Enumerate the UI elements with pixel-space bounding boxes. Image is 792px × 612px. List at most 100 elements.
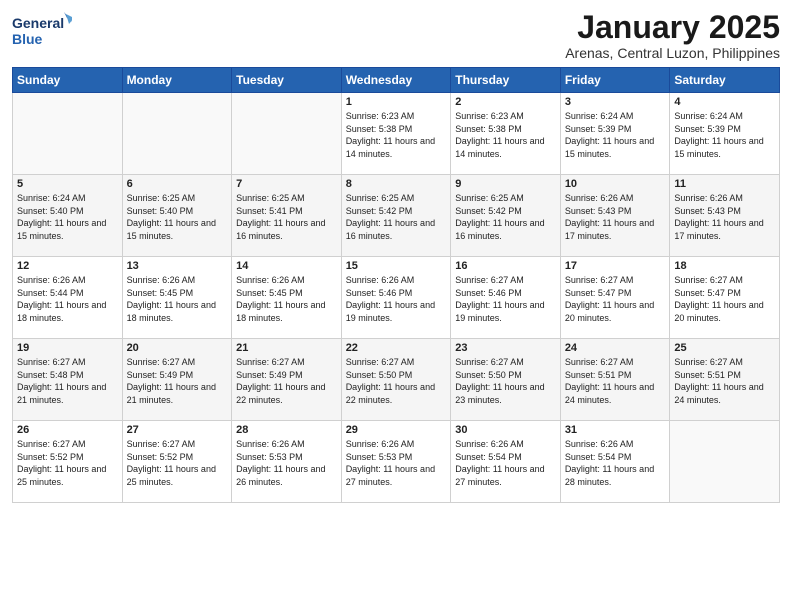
table-row: 27 Sunrise: 6:27 AMSunset: 5:52 PMDayligh…: [122, 421, 232, 503]
table-row: 6 Sunrise: 6:25 AMSunset: 5:40 PMDaylight…: [122, 175, 232, 257]
header-monday: Monday: [122, 68, 232, 93]
day-number: 11: [674, 178, 775, 190]
calendar-week-0: 1 Sunrise: 6:23 AMSunset: 5:38 PMDaylight…: [13, 93, 780, 175]
day-number: 25: [674, 342, 775, 354]
table-row: 4Sunrise: 6:24 AMSunset: 5:39 PMDaylight…: [670, 93, 780, 175]
day-number: 15: [346, 260, 447, 272]
day-number: 29: [346, 424, 447, 436]
day-number: 5: [17, 178, 118, 190]
day-info: Sunrise: 6:25 AMSunset: 5:42 PMDaylight:…: [455, 192, 556, 242]
day-number: 8: [346, 178, 447, 190]
day-info: Sunrise: 6:27 AMSunset: 5:51 PMDaylight:…: [565, 356, 666, 406]
day-info: Sunrise: 6:26 AMSunset: 5:43 PMDaylight:…: [674, 192, 775, 242]
day-number: 26: [17, 424, 118, 436]
day-number: 19: [17, 342, 118, 354]
day-number: 10: [565, 178, 666, 190]
table-row: 8 Sunrise: 6:25 AMSunset: 5:42 PMDaylight…: [341, 175, 451, 257]
day-number: 24: [565, 342, 666, 354]
day-number: 27: [127, 424, 228, 436]
day-number: 4: [674, 96, 775, 108]
day-info: Sunrise: 6:27 AMSunset: 5:49 PMDaylight:…: [236, 356, 337, 406]
day-number: 20: [127, 342, 228, 354]
day-number: 9: [455, 178, 556, 190]
day-info: Sunrise: 6:26 AMSunset: 5:53 PMDaylight:…: [346, 438, 447, 488]
day-number: 14: [236, 260, 337, 272]
day-info: Sunrise: 6:26 AMSunset: 5:53 PMDaylight:…: [236, 438, 337, 488]
day-info: Sunrise: 6:23 AMSunset: 5:38 PMDaylight:…: [455, 110, 556, 160]
day-info: Sunrise: 6:27 AMSunset: 5:50 PMDaylight:…: [346, 356, 447, 406]
calendar-table: Sunday Monday Tuesday Wednesday Thursday…: [12, 67, 780, 503]
table-row: 18 Sunrise: 6:27 AMSunset: 5:47 PMDayligh…: [670, 257, 780, 339]
day-info: Sunrise: 6:26 AMSunset: 5:45 PMDaylight:…: [236, 274, 337, 324]
day-info: Sunrise: 6:27 AMSunset: 5:47 PMDaylight:…: [674, 274, 775, 324]
table-row: 14 Sunrise: 6:26 AMSunset: 5:45 PMDayligh…: [232, 257, 342, 339]
day-info: Sunrise: 6:27 AMSunset: 5:51 PMDaylight:…: [674, 356, 775, 406]
table-row: [670, 421, 780, 503]
table-row: 5 Sunrise: 6:24 AMSunset: 5:40 PMDaylight…: [13, 175, 123, 257]
table-row: 31 Sunrise: 6:26 AMSunset: 5:54 PMDayligh…: [560, 421, 670, 503]
day-number: 31: [565, 424, 666, 436]
day-info: Sunrise: 6:24 AMSunset: 5:40 PMDaylight:…: [17, 192, 118, 242]
table-row: 2Sunrise: 6:23 AMSunset: 5:38 PMDaylight…: [451, 93, 561, 175]
table-row: 1 Sunrise: 6:23 AMSunset: 5:38 PMDaylight…: [341, 93, 451, 175]
table-row: 3Sunrise: 6:24 AMSunset: 5:39 PMDaylight…: [560, 93, 670, 175]
day-info: Sunrise: 6:26 AMSunset: 5:54 PMDaylight:…: [455, 438, 556, 488]
month-title: January 2025: [565, 10, 780, 45]
day-number: 18: [674, 260, 775, 272]
day-number: 16: [455, 260, 556, 272]
day-info: Sunrise: 6:26 AMSunset: 5:54 PMDaylight:…: [565, 438, 666, 488]
header-tuesday: Tuesday: [232, 68, 342, 93]
table-row: 13 Sunrise: 6:26 AMSunset: 5:45 PMDayligh…: [122, 257, 232, 339]
day-info: Sunrise: 6:26 AMSunset: 5:45 PMDaylight:…: [127, 274, 228, 324]
page: General Blue January 2025 Arenas, Centra…: [0, 0, 792, 612]
table-row: 23 Sunrise: 6:27 AMSunset: 5:50 PMDayligh…: [451, 339, 561, 421]
calendar-week-1: 5 Sunrise: 6:24 AMSunset: 5:40 PMDaylight…: [13, 175, 780, 257]
table-row: 26 Sunrise: 6:27 AMSunset: 5:52 PMDayligh…: [13, 421, 123, 503]
day-info: Sunrise: 6:27 AMSunset: 5:46 PMDaylight:…: [455, 274, 556, 324]
table-row: 15Sunrise: 6:26 AMSunset: 5:46 PMDayligh…: [341, 257, 451, 339]
svg-text:General: General: [12, 15, 64, 31]
table-row: 9 Sunrise: 6:25 AMSunset: 5:42 PMDaylight…: [451, 175, 561, 257]
calendar-week-3: 19 Sunrise: 6:27 AMSunset: 5:48 PMDayligh…: [13, 339, 780, 421]
table-row: 20 Sunrise: 6:27 AMSunset: 5:49 PMDayligh…: [122, 339, 232, 421]
day-info: Sunrise: 6:23 AMSunset: 5:38 PMDaylight:…: [346, 110, 447, 160]
header-thursday: Thursday: [451, 68, 561, 93]
day-info: Sunrise: 6:26 AMSunset: 5:43 PMDaylight:…: [565, 192, 666, 242]
table-row: 11 Sunrise: 6:26 AMSunset: 5:43 PMDayligh…: [670, 175, 780, 257]
day-number: 21: [236, 342, 337, 354]
day-info: Sunrise: 6:27 AMSunset: 5:48 PMDaylight:…: [17, 356, 118, 406]
day-info: Sunrise: 6:27 AMSunset: 5:50 PMDaylight:…: [455, 356, 556, 406]
logo-svg: General Blue: [12, 10, 72, 52]
table-row: 19 Sunrise: 6:27 AMSunset: 5:48 PMDayligh…: [13, 339, 123, 421]
day-info: Sunrise: 6:25 AMSunset: 5:41 PMDaylight:…: [236, 192, 337, 242]
day-info: Sunrise: 6:27 AMSunset: 5:47 PMDaylight:…: [565, 274, 666, 324]
header-wednesday: Wednesday: [341, 68, 451, 93]
calendar-week-4: 26 Sunrise: 6:27 AMSunset: 5:52 PMDayligh…: [13, 421, 780, 503]
table-row: 29 Sunrise: 6:26 AMSunset: 5:53 PMDayligh…: [341, 421, 451, 503]
header-sunday: Sunday: [13, 68, 123, 93]
day-info: Sunrise: 6:26 AMSunset: 5:44 PMDaylight:…: [17, 274, 118, 324]
title-block: January 2025 Arenas, Central Luzon, Phil…: [565, 10, 780, 61]
day-number: 1: [346, 96, 447, 108]
table-row: 7 Sunrise: 6:25 AMSunset: 5:41 PMDaylight…: [232, 175, 342, 257]
table-row: 12 Sunrise: 6:26 AMSunset: 5:44 PMDayligh…: [13, 257, 123, 339]
calendar-header-row: Sunday Monday Tuesday Wednesday Thursday…: [13, 68, 780, 93]
day-number: 6: [127, 178, 228, 190]
table-row: [122, 93, 232, 175]
subtitle: Arenas, Central Luzon, Philippines: [565, 45, 780, 61]
day-number: 7: [236, 178, 337, 190]
day-info: Sunrise: 6:25 AMSunset: 5:40 PMDaylight:…: [127, 192, 228, 242]
header: General Blue January 2025 Arenas, Centra…: [12, 10, 780, 61]
day-info: Sunrise: 6:27 AMSunset: 5:52 PMDaylight:…: [17, 438, 118, 488]
day-info: Sunrise: 6:27 AMSunset: 5:52 PMDaylight:…: [127, 438, 228, 488]
day-number: 28: [236, 424, 337, 436]
table-row: 30Sunrise: 6:26 AMSunset: 5:54 PMDayligh…: [451, 421, 561, 503]
table-row: 25 Sunrise: 6:27 AMSunset: 5:51 PMDayligh…: [670, 339, 780, 421]
day-info: Sunrise: 6:27 AMSunset: 5:49 PMDaylight:…: [127, 356, 228, 406]
table-row: 24 Sunrise: 6:27 AMSunset: 5:51 PMDayligh…: [560, 339, 670, 421]
day-number: 3: [565, 96, 666, 108]
day-number: 13: [127, 260, 228, 272]
day-number: 23: [455, 342, 556, 354]
day-number: 12: [17, 260, 118, 272]
day-info: Sunrise: 6:25 AMSunset: 5:42 PMDaylight:…: [346, 192, 447, 242]
